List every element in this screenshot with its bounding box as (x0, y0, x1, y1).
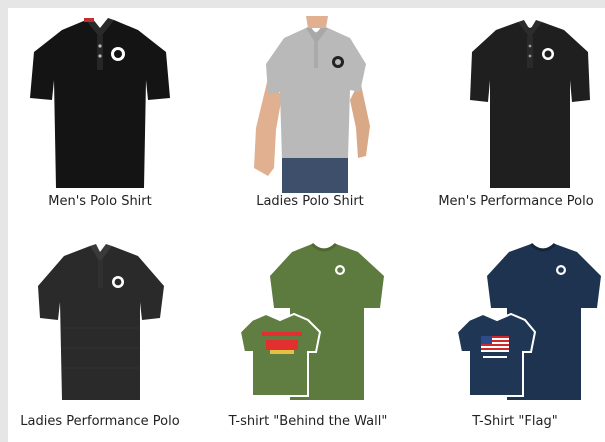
product-grid: Men's Polo Shirt Ladies Polo Shirt Men's… (8, 8, 605, 442)
product-name[interactable]: T-Shirt "Flag" (415, 414, 605, 429)
product-name[interactable]: Ladies Polo Shirt (210, 194, 410, 209)
product-card-tshirt-behind-the-wall[interactable]: T-shirt "Behind the Wall" (208, 228, 408, 440)
product-card-mens-performance-polo[interactable]: Men's Performance Polo (416, 8, 605, 220)
product-name[interactable]: Men's Performance Polo (416, 194, 605, 209)
tshirt-flag-image[interactable] (415, 228, 605, 413)
tshirt-behind-the-wall-image[interactable] (208, 228, 408, 413)
product-card-tshirt-flag[interactable]: T-Shirt "Flag" (415, 228, 605, 440)
ladies-polo-image[interactable] (210, 8, 410, 193)
mens-performance-polo-image[interactable] (416, 8, 605, 193)
ladies-performance-polo-image[interactable] (0, 228, 200, 413)
product-card-ladies-polo[interactable]: Ladies Polo Shirt (210, 8, 410, 220)
product-name[interactable]: T-shirt "Behind the Wall" (208, 414, 408, 429)
product-name[interactable]: Ladies Performance Polo (0, 414, 200, 429)
product-name[interactable]: Men's Polo Shirt (0, 194, 200, 209)
mens-polo-image[interactable] (0, 8, 200, 193)
product-card-ladies-performance-polo[interactable]: Ladies Performance Polo (0, 228, 200, 440)
product-card-mens-polo[interactable]: Men's Polo Shirt (0, 8, 200, 220)
